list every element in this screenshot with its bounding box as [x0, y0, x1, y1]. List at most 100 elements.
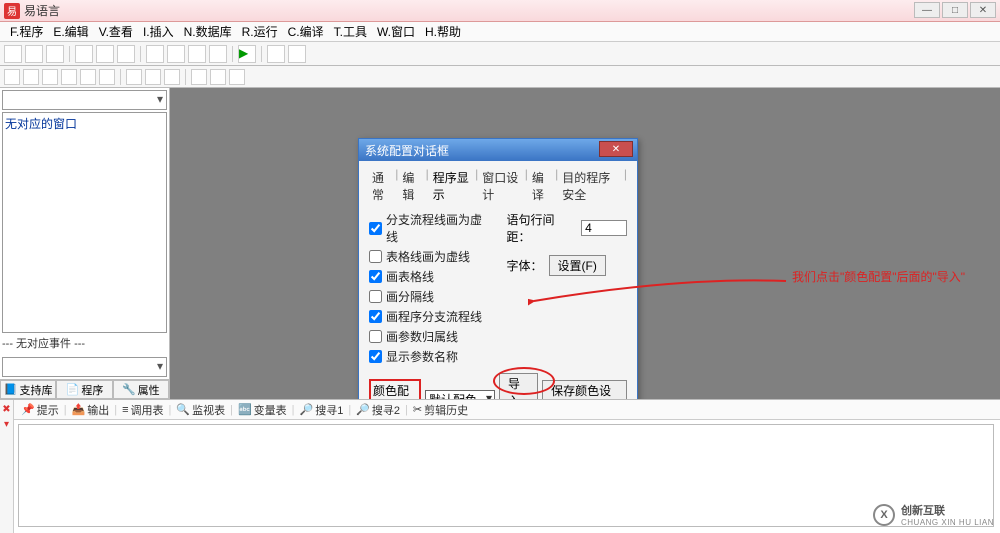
dialog-title-bar[interactable]: 系统配置对话框 ✕ — [359, 139, 637, 161]
prop-icon: 🔧 — [122, 383, 136, 396]
doc-icon: 📄 — [66, 383, 80, 396]
toolbar-separator — [261, 46, 262, 62]
close-button[interactable]: ✕ — [970, 2, 996, 18]
tab-general[interactable]: 通常 — [369, 167, 394, 205]
toolbar-button[interactable] — [191, 69, 207, 85]
btab-vars[interactable]: 🔤 变量表 — [235, 402, 290, 418]
toolbar-button[interactable] — [25, 45, 43, 63]
menu-program[interactable]: F.程序 — [6, 23, 47, 40]
chk-grid-dashed[interactable]: 表格线画为虚线 — [369, 248, 489, 265]
tab-support-lib[interactable]: 📘支持库 — [0, 380, 56, 399]
toolbar-button[interactable] — [96, 45, 114, 63]
toolbar-button[interactable] — [42, 69, 58, 85]
tab-program[interactable]: 📄程序 — [56, 380, 112, 399]
window-selector-combo[interactable] — [2, 90, 167, 110]
toolbar-button[interactable] — [23, 69, 39, 85]
toolbar-button[interactable] — [145, 69, 161, 85]
app-title: 易语言 — [24, 2, 60, 19]
btab-clip[interactable]: ✂ 剪辑历史 — [410, 402, 471, 418]
menu-insert[interactable]: I.插入 — [139, 23, 178, 40]
font-settings-button[interactable]: 设置(F) — [549, 255, 606, 276]
toolbar-run-button[interactable]: ▶ — [238, 45, 256, 63]
tab-compile[interactable]: 编译 — [529, 167, 554, 205]
chk-draw-branch[interactable]: 画程序分支流程线 — [369, 308, 489, 325]
btab-hint[interactable]: 📌 提示 — [18, 402, 62, 418]
side-tool-strip: ✖ ▾ — [0, 400, 14, 533]
secondary-toolbar — [0, 66, 1000, 88]
btab-search2[interactable]: 🔎 搜寻2 — [353, 402, 403, 418]
toolbar-button[interactable] — [209, 45, 227, 63]
dialog-title: 系统配置对话框 — [365, 142, 449, 159]
toolbar-button[interactable] — [164, 69, 180, 85]
bottom-panel: ✖ ▾ 📌 提示| 📤 输出| ≡ 调用表| 🔍 监视表| 🔤 变量表| 🔎 搜… — [0, 399, 1000, 533]
btab-watch[interactable]: 🔍 监视表 — [173, 402, 228, 418]
minimize-button[interactable]: — — [914, 2, 940, 18]
chk-branch-dashed[interactable]: 分支流程线画为虚线 — [369, 211, 489, 245]
toolbar-button[interactable] — [117, 45, 135, 63]
window-tree[interactable]: 无对应的窗口 — [2, 112, 167, 333]
left-panel-tabs: 📘支持库 📄程序 🔧属性 — [0, 379, 169, 399]
toolbar-button[interactable] — [267, 45, 285, 63]
app-icon: 易 — [4, 3, 20, 19]
menu-window[interactable]: W.窗口 — [373, 23, 419, 40]
output-area[interactable] — [18, 424, 994, 527]
line-spacing-input[interactable]: 4 — [581, 220, 627, 236]
app-title-bar: 易 易语言 — □ ✕ — [0, 0, 1000, 22]
tab-edit[interactable]: 编辑 — [399, 167, 424, 205]
menu-database[interactable]: N.数据库 — [180, 23, 236, 40]
chk-draw-param-line[interactable]: 画参数归属线 — [369, 328, 489, 345]
main-toolbar: ▶ — [0, 42, 1000, 66]
tab-security[interactable]: 目的程序安全 — [559, 167, 623, 205]
tab-window-design[interactable]: 窗口设计 — [479, 167, 523, 205]
collapse-icon[interactable]: ▾ — [4, 419, 9, 430]
toolbar-button[interactable] — [99, 69, 115, 85]
toolbar-separator — [185, 69, 186, 85]
left-panel: 无对应的窗口 --- 无对应事件 --- 📘支持库 📄程序 🔧属性 — [0, 88, 170, 399]
annotation-text: 我们点击"颜色配置"后面的"导入" — [792, 268, 965, 285]
toolbar-button[interactable] — [4, 69, 20, 85]
toolbar-button[interactable] — [61, 69, 77, 85]
btab-output[interactable]: 📤 输出 — [69, 402, 113, 418]
menu-compile[interactable]: C.编译 — [284, 23, 328, 40]
toolbar-separator — [69, 46, 70, 62]
toolbar-button[interactable] — [210, 69, 226, 85]
toolbar-separator — [232, 46, 233, 62]
btab-search1[interactable]: 🔎 搜寻1 — [297, 402, 347, 418]
tab-properties[interactable]: 🔧属性 — [113, 380, 169, 399]
chk-draw-grid[interactable]: 画表格线 — [369, 268, 489, 285]
toolbar-separator — [120, 69, 121, 85]
menu-tools[interactable]: T.工具 — [330, 23, 371, 40]
toolbar-button[interactable] — [146, 45, 164, 63]
btab-calltable[interactable]: ≡ 调用表 — [119, 402, 166, 418]
watermark-brand: 创新互联 — [901, 502, 994, 518]
event-selector-combo[interactable] — [2, 357, 167, 377]
watermark-logo: X — [873, 504, 895, 526]
toolbar-separator — [140, 46, 141, 62]
dialog-close-button[interactable]: ✕ — [599, 141, 633, 157]
line-spacing-label: 语句行间距： — [507, 211, 576, 245]
menu-bar: F.程序 E.编辑 V.查看 I.插入 N.数据库 R.运行 C.编译 T.工具… — [0, 22, 1000, 42]
menu-edit[interactable]: E.编辑 — [49, 23, 92, 40]
menu-help[interactable]: H.帮助 — [421, 23, 465, 40]
menu-run[interactable]: R.运行 — [238, 23, 282, 40]
toolbar-button[interactable] — [80, 69, 96, 85]
toolbar-button[interactable] — [167, 45, 185, 63]
toolbar-button[interactable] — [4, 45, 22, 63]
watermark-sub: CHUANG XIN HU LIAN — [901, 518, 994, 527]
tab-program-display[interactable]: 程序显示 — [430, 167, 474, 205]
toolbar-button[interactable] — [126, 69, 142, 85]
toolbar-button[interactable] — [188, 45, 206, 63]
pin-icon[interactable]: ✖ — [2, 404, 10, 415]
event-palette: --- 无对应事件 --- — [2, 335, 167, 353]
toolbar-button[interactable] — [229, 69, 245, 85]
chk-show-param-name[interactable]: 显示参数名称 — [369, 348, 489, 365]
chk-draw-separator[interactable]: 画分隔线 — [369, 288, 489, 305]
toolbar-button[interactable] — [46, 45, 64, 63]
watermark: X 创新互联 CHUANG XIN HU LIAN — [873, 502, 994, 527]
toolbar-button[interactable] — [288, 45, 306, 63]
book-icon: 📘 — [4, 383, 18, 396]
toolbar-button[interactable] — [75, 45, 93, 63]
checkbox-group: 分支流程线画为虚线 表格线画为虚线 画表格线 画分隔线 画程序分支流程线 画参数… — [369, 211, 489, 365]
menu-view[interactable]: V.查看 — [95, 23, 137, 40]
maximize-button[interactable]: □ — [942, 2, 968, 18]
